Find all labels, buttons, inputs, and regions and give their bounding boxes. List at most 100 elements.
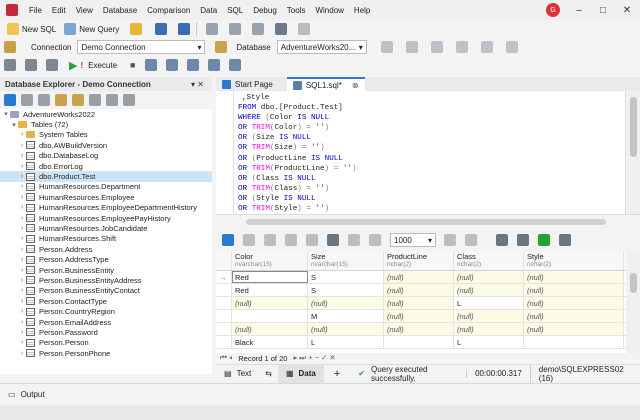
text-view-icon[interactable] [187,59,200,71]
tree-node-table[interactable]: › Person.PersonPhone [0,348,212,358]
tree-node-table[interactable]: › Person.Person [0,338,212,348]
execute-button[interactable]: ! Execute [77,57,120,73]
grid-cell[interactable]: (null) [524,297,624,309]
tab-text[interactable]: ▤ Text [216,365,259,383]
collapse-icon[interactable] [106,94,118,106]
grid-cell[interactable]: L [454,336,524,348]
minimize-button[interactable]: – [572,3,586,17]
grid-cell[interactable]: (null) [454,284,524,296]
grid-cell[interactable]: (null) [524,310,624,322]
grid-cell[interactable]: (null) [524,271,624,283]
table-row[interactable]: Red S (null) (null) (null) [216,284,626,297]
tree-node-table[interactable]: › HumanResources.Department [0,182,212,192]
apply-icon[interactable] [285,234,297,246]
grid-cell[interactable]: S [308,271,384,283]
database-select[interactable]: AdventureWorks20... ▾ [276,40,367,54]
sql-editor[interactable]: ,Style FROM dbo.[Product.Test] WHERE (Colo… [216,91,626,214]
new-connection-icon[interactable] [38,94,50,106]
delete-icon[interactable] [21,94,33,106]
tab-sql1[interactable]: SQL1.sql* ⊗ [286,77,365,91]
grid-cell[interactable]: (null) [308,297,384,309]
menu-item[interactable]: Comparison [142,6,195,15]
menu-item[interactable]: Help [349,6,375,15]
menu-item[interactable]: SQL [222,6,248,15]
tree-node-table[interactable]: › Person.BusinessEntityAddress [0,275,212,285]
grid-cell[interactable]: (null) [454,310,524,322]
paste-icon[interactable] [252,23,265,35]
tree-node-table[interactable]: › Person.Address [0,244,212,254]
menu-item[interactable]: Window [310,6,348,15]
tab-data[interactable]: ▦ Data [277,364,324,383]
grid-cell[interactable]: L [308,336,384,348]
output-panel-tab[interactable]: ▭ Output [0,383,640,405]
close-tab-icon[interactable]: ⊗ [352,81,359,90]
tree-node-tables[interactable]: ▾ Tables (72) [0,119,212,129]
plan-icon[interactable] [25,59,37,71]
tree-node-table[interactable]: › dbo.ErrorLog [0,161,212,171]
wrap-icon[interactable] [505,41,518,53]
switch-icon[interactable]: ⇆ [259,369,278,378]
profile-query-icon[interactable] [46,59,58,71]
grid-cell[interactable]: (null) [524,284,624,296]
grid-view-icon[interactable] [166,59,179,71]
editor-hscroll[interactable] [216,214,640,229]
menu-item[interactable]: Database [98,6,142,15]
grid-cell[interactable] [232,310,308,322]
menu-item[interactable]: Debug [248,6,282,15]
card-view-icon[interactable] [517,234,529,246]
tree-node-system-tables[interactable]: › System Tables [0,130,212,140]
tree-node-table[interactable]: › HumanResources.Shift [0,234,212,244]
results-toggle-icon[interactable] [208,59,221,71]
tree-node-table[interactable]: › Person.EmailAddress [0,317,212,327]
first-record-icon[interactable]: ⏮ ◂ [220,353,232,363]
run-icon[interactable]: ▶ [69,59,77,72]
properties-icon[interactable] [123,94,135,106]
split-icon[interactable] [229,59,242,71]
column-header[interactable]: Class nchar(2) [454,251,524,270]
grid-cell[interactable]: (null) [384,310,454,322]
grid-cell[interactable]: Black [232,336,308,348]
uncomment-icon[interactable] [480,41,493,53]
table-row[interactable]: (null) (null) (null) (null) (null) [216,323,626,336]
tree-node-table[interactable]: › HumanResources.EmployeePayHistory [0,213,212,223]
redo-icon[interactable] [298,23,311,35]
new-sql-button[interactable]: New SQL [4,21,59,37]
grid-cell[interactable]: (null) [384,323,454,335]
grid-cell[interactable]: Red [232,284,308,296]
last-page-icon[interactable] [465,234,477,246]
add-row-icon[interactable] [264,234,276,246]
tree-node-table[interactable]: › dbo.Product.Test [0,171,212,182]
chart-icon[interactable] [559,234,571,246]
next-page-icon[interactable] [444,234,456,246]
new-query-button[interactable]: New Query [61,21,122,37]
tree-node-database[interactable]: ▾ AdventureWorks2022 [0,109,212,119]
close-window-button[interactable]: ✕ [620,3,634,17]
profile-icon[interactable]: G [546,3,560,17]
grid-cell[interactable]: (null) [232,323,308,335]
comment-icon[interactable] [455,41,468,53]
grid-cell[interactable]: (null) [454,323,524,335]
first-page-icon[interactable] [348,234,360,246]
save-all-icon[interactable] [178,23,191,35]
grid-icon[interactable] [327,234,339,246]
prev-page-icon[interactable] [369,234,381,246]
tree-node-table[interactable]: › HumanResources.Employee [0,192,212,202]
connection-select[interactable]: Demo Connection ▾ [77,40,206,54]
tree-node-table[interactable]: › Person.ContactType [0,296,212,306]
step-icon[interactable] [145,59,158,71]
outdent-icon[interactable] [430,41,443,53]
grid-cell[interactable]: (null) [384,284,454,296]
open-folder-icon[interactable] [130,23,143,35]
sql-code[interactable]: ,Style FROM dbo.[Product.Test] WHERE (Colo… [238,93,357,214]
refresh-icon[interactable] [4,94,16,106]
grid-cell[interactable]: (null) [308,323,384,335]
copy-icon[interactable] [229,23,242,35]
tree-node-table[interactable]: › dbo.DatabaseLog [0,151,212,161]
grid-cell[interactable]: (null) [454,271,524,283]
column-header[interactable]: Style nchar(2) [524,251,624,270]
tree-node-table[interactable]: › Person.BusinessEntityContact [0,286,212,296]
table-row[interactable]: (null) (null) (null) L (null) [216,297,626,310]
grid-cell[interactable] [384,336,454,348]
grid-cell[interactable] [524,336,624,348]
tree-node-table[interactable]: › HumanResources.EmployeeDepartmentHistor… [0,203,212,213]
